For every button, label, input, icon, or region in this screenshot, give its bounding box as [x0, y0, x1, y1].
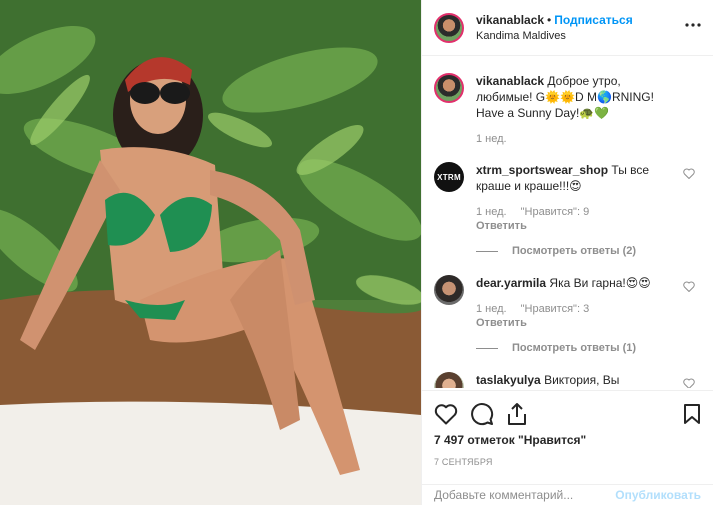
post-date[interactable]: 7 СЕНТЯБРЯ	[434, 457, 701, 467]
publish-button[interactable]: Опубликовать	[615, 488, 701, 502]
comment-time[interactable]: 1 нед.	[476, 206, 507, 218]
view-replies-label: Посмотреть ответы (2)	[512, 245, 637, 257]
comment-likes[interactable]: "Нравится": 9	[521, 206, 590, 218]
post-actions: 7 497 отметок "Нравится" 7 СЕНТЯБРЯ	[422, 390, 713, 484]
commenter-avatar[interactable]: XTRM	[434, 162, 464, 192]
caption-time[interactable]: 1 нед.	[476, 133, 507, 145]
follow-button[interactable]: Подписаться	[554, 13, 632, 27]
comment-body: dear.yarmila Яка Ви гарна!😍😍 1 нед. "Нрав…	[476, 275, 676, 330]
reply-button[interactable]: Ответить	[476, 317, 662, 330]
comment-input[interactable]: Добавьте комментарий...	[434, 488, 573, 502]
commenter-avatar[interactable]	[434, 275, 464, 305]
view-replies-label: Посмотреть ответы (1)	[512, 342, 637, 354]
author-username[interactable]: vikanablack	[476, 13, 544, 27]
commenter-username[interactable]: dear.yarmila	[476, 276, 546, 290]
share-icon[interactable]	[506, 402, 528, 426]
like-comment-heart-icon[interactable]	[683, 281, 695, 295]
caption-avatar[interactable]	[434, 73, 464, 103]
comment-body: xtrm_sportswear_shop Ты все краше и краш…	[476, 162, 676, 233]
comment-likes[interactable]: "Нравится": 3	[521, 303, 590, 315]
comments-list[interactable]: vikanablack Доброе утро, любимые! G🌞🌞D M…	[422, 57, 713, 388]
like-comment-heart-icon[interactable]	[683, 168, 695, 182]
comment-text: Яка Ви гарна!😍😍	[549, 276, 651, 290]
commenter-avatar[interactable]	[434, 372, 464, 388]
add-comment-bar: Добавьте комментарий... Опубликовать	[422, 484, 713, 505]
like-comment-heart-icon[interactable]	[683, 378, 695, 388]
likes-count[interactable]: 7 497 отметок "Нравится"	[434, 433, 701, 447]
comment-item: XTRM xtrm_sportswear_shop Ты все краше и…	[434, 162, 701, 233]
post-details-panel: vikanablack • Подписаться Kandima Maldives…	[421, 0, 713, 505]
post-photo[interactable]	[0, 0, 421, 505]
action-icons	[434, 397, 701, 431]
reply-button[interactable]: Ответить	[476, 220, 662, 233]
comment-meta: 1 нед. "Нравится": 3 Ответить	[476, 303, 676, 330]
more-options-icon[interactable]	[685, 14, 701, 32]
bookmark-icon[interactable]	[683, 403, 701, 425]
comment-item: dear.yarmila Яка Ви гарна!😍😍 1 нед. "Нрав…	[434, 275, 701, 330]
comment-meta: 1 нед. "Нравится": 9 Ответить	[476, 206, 676, 233]
post-header: vikanablack • Подписаться Kandima Maldives	[422, 0, 713, 56]
commenter-avatar-text: XTRM	[437, 172, 461, 182]
instagram-post: vikanablack • Подписаться Kandima Maldives…	[0, 0, 713, 505]
view-replies-button[interactable]: Посмотреть ответы (1)	[476, 342, 701, 354]
view-replies-line	[476, 347, 498, 349]
comment-bubble-icon[interactable]	[470, 402, 494, 426]
header-text: vikanablack • Подписаться Kandima Maldives	[476, 12, 633, 44]
caption: vikanablack Доброе утро, любимые! G🌞🌞D M…	[434, 73, 701, 146]
author-avatar[interactable]	[434, 12, 464, 43]
caption-body: vikanablack Доброе утро, любимые! G🌞🌞D M…	[476, 73, 676, 146]
caption-username[interactable]: vikanablack	[476, 74, 544, 88]
location-link[interactable]: Kandima Maldives	[476, 28, 633, 44]
like-heart-icon[interactable]	[434, 403, 458, 425]
beach-photo-illustration	[0, 0, 421, 505]
commenter-username[interactable]: taslakyulya	[476, 373, 541, 387]
caption-meta: 1 нед.	[476, 133, 676, 146]
comment-body: taslakyulya Виктория, Вы нереально краси…	[476, 372, 676, 388]
comment-time[interactable]: 1 нед.	[476, 303, 507, 315]
view-replies-line	[476, 250, 498, 252]
comment-item: taslakyulya Виктория, Вы нереально краси…	[434, 372, 701, 388]
view-replies-button[interactable]: Посмотреть ответы (2)	[476, 245, 701, 257]
commenter-username[interactable]: xtrm_sportswear_shop	[476, 163, 608, 177]
separator-dot: •	[547, 12, 552, 27]
